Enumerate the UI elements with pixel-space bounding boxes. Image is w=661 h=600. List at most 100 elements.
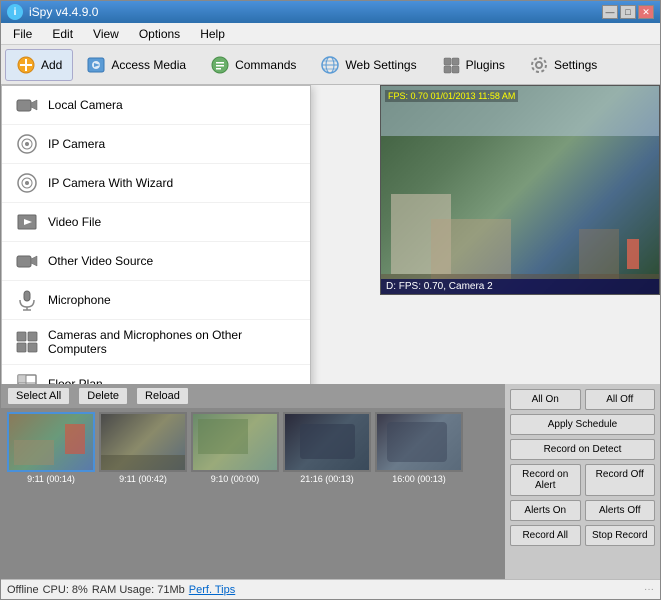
microphone-icon [16,289,38,311]
thumbnails-row: 9:11 (00:14) 9:11 (00:42) 9:10 (00:00) [1,408,505,579]
apply-schedule-row: Apply Schedule [510,414,655,435]
toolbar-plugins-label: Plugins [466,58,505,72]
app-icon: i [7,4,23,20]
toolbar-plugins-button[interactable]: Plugins [430,49,516,81]
cameras-other-label: Cameras and Microphones on Other Compute… [48,328,296,356]
video-file-icon [16,211,38,233]
thumb-img-3 [283,412,371,472]
ip-camera-wizard-label: IP Camera With Wizard [48,176,173,190]
dropdown-microphone[interactable]: Microphone [2,281,310,320]
dropdown-ip-camera[interactable]: IP Camera [2,125,310,164]
add-dropdown-menu: Local Camera IP Camera [1,85,311,384]
all-on-button[interactable]: All On [510,389,581,410]
local-camera-icon [16,94,38,116]
thumbnails-area: Select All Delete Reload 9:11 (00:14) [1,384,505,579]
maximize-button[interactable]: □ [620,5,636,19]
toolbar-commands-label: Commands [235,58,296,72]
record-all-row: Record All Stop Record [510,525,655,546]
menu-help[interactable]: Help [192,25,233,43]
toolbar-access-media-button[interactable]: Access Media [75,49,197,81]
status-bar: Offline CPU: 8% RAM Usage: 71Mb Perf. Ti… [1,579,660,599]
record-on-detect-button[interactable]: Record on Detect [510,439,655,460]
all-off-button[interactable]: All Off [585,389,656,410]
floor-plan-icon [16,373,38,384]
toolbar-add-label: Add [41,58,62,72]
dropdown-other-video[interactable]: Other Video Source [2,242,310,281]
toolbar-settings-button[interactable]: Settings [518,49,608,81]
window-title: iSpy v4.4.9.0 [29,5,98,19]
title-bar: i iSpy v4.4.9.0 — □ ✕ [1,1,660,23]
thumbnail-1[interactable]: 9:11 (00:42) [99,412,187,575]
menu-view[interactable]: View [85,25,127,43]
left-panel: Local Camera IP Camera [1,85,660,384]
other-video-icon [16,250,38,272]
toolbar-settings-label: Settings [554,58,597,72]
thumb-label-0: 9:11 (00:14) [27,474,75,484]
menu-edit[interactable]: Edit [44,25,81,43]
record-all-button[interactable]: Record All [510,525,581,546]
minimize-button[interactable]: — [602,5,618,19]
close-button[interactable]: ✕ [638,5,654,19]
thumb-img-4 [375,412,463,472]
all-on-off-row: All On All Off [510,389,655,410]
perf-tips-link[interactable]: Perf. Tips [189,584,235,596]
alerts-row: Alerts On Alerts Off [510,500,655,521]
delete-button[interactable]: Delete [78,387,128,405]
apply-schedule-button[interactable]: Apply Schedule [510,414,655,435]
title-bar-left: i iSpy v4.4.9.0 [7,4,98,20]
cameras-other-icon [16,331,38,353]
dropdown-video-file[interactable]: Video File [2,203,310,242]
camera-overlay-text: FPS: 0.70 01/01/2013 11:58 AM [385,90,518,102]
bottom-section: Select All Delete Reload 9:11 (00:14) [1,384,660,579]
thumbnail-2[interactable]: 9:10 (00:00) [191,412,279,575]
select-all-button[interactable]: Select All [7,387,70,405]
plugins-icon [441,55,461,75]
media-icon [86,55,106,75]
ip-camera-label: IP Camera [48,137,105,151]
thumbnail-3[interactable]: 21:16 (00:13) [283,412,371,575]
main-window: i iSpy v4.4.9.0 — □ ✕ File Edit View Opt… [0,0,661,600]
reload-button[interactable]: Reload [136,387,189,405]
toolbar-add-button[interactable]: Add [5,49,73,81]
commands-icon [210,55,230,75]
thumb-label-4: 16:00 (00:13) [392,474,446,484]
camera-feed: FPS: 0.70 01/01/2013 11:58 AM [381,86,659,294]
thumb-label-1: 9:11 (00:42) [119,474,167,484]
toolbar-web-settings-label: Web Settings [345,58,416,72]
add-icon [16,55,36,75]
dropdown-floor-plan[interactable]: Floor Plan [2,365,310,384]
toolbar-web-settings-button[interactable]: Web Settings [309,49,427,81]
record-on-alert-row: Record on Alert Record Off [510,464,655,496]
title-buttons: — □ ✕ [602,5,654,19]
record-off-button[interactable]: Record Off [585,464,656,496]
toolbar-commands-button[interactable]: Commands [199,49,307,81]
thumb-img-1 [99,412,187,472]
bottom-toolbar: Select All Delete Reload [1,384,505,408]
status-grip: ··· [644,584,654,595]
dropdown-ip-camera-wizard[interactable]: IP Camera With Wizard [2,164,310,203]
toolbar-access-media-label: Access Media [111,58,186,72]
record-on-alert-button[interactable]: Record on Alert [510,464,581,496]
thumb-label-2: 9:10 (00:00) [211,474,260,484]
dropdown-cameras-other[interactable]: Cameras and Microphones on Other Compute… [2,320,310,365]
alerts-on-button[interactable]: Alerts On [510,500,581,521]
thumbnail-0[interactable]: 9:11 (00:14) [7,412,95,575]
menu-options[interactable]: Options [131,25,188,43]
status-offline: Offline [7,584,39,596]
alerts-off-button[interactable]: Alerts Off [585,500,656,521]
microphone-label: Microphone [48,293,111,307]
main-content: Local Camera IP Camera [1,85,660,384]
status-ram: RAM Usage: 71Mb [92,584,185,596]
menu-file[interactable]: File [5,25,40,43]
toolbar: Add Access Media Commands [1,45,660,85]
menu-bar: File Edit View Options Help [1,23,660,45]
floor-plan-label: Floor Plan [48,377,103,384]
settings-icon [529,55,549,75]
stop-record-button[interactable]: Stop Record [585,525,656,546]
ip-camera-wizard-icon [16,172,38,194]
thumbnail-4[interactable]: 16:00 (00:13) [375,412,463,575]
status-cpu: CPU: 8% [43,584,88,596]
dropdown-local-camera[interactable]: Local Camera [2,86,310,125]
other-video-label: Other Video Source [48,254,153,268]
thumb-img-2 [191,412,279,472]
